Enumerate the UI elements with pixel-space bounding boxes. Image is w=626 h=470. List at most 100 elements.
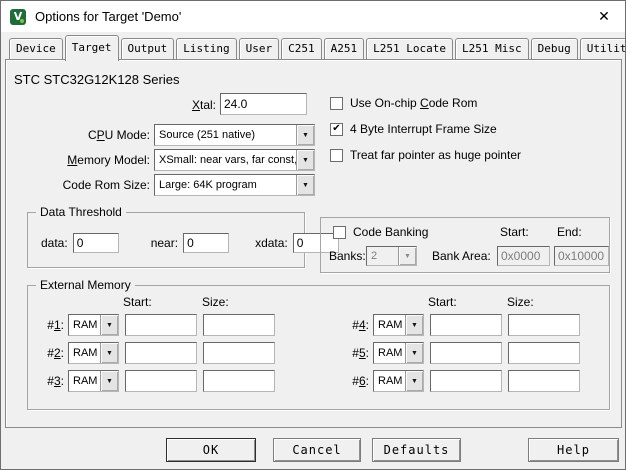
xtal-input[interactable] [220, 93, 307, 115]
memory-row-label: #5: [345, 346, 369, 360]
keil-uvision-icon: V [10, 9, 26, 25]
chevron-down-icon[interactable]: ▼ [405, 315, 423, 335]
xdata-label: xdata: [255, 236, 288, 250]
memory-size-input[interactable] [203, 342, 275, 364]
code-rom-size-label: Code Rom Size: [10, 178, 150, 192]
bank-end-label: End: [557, 225, 582, 239]
options-dialog: V Options for Target 'Demo' ✕ Device Tar… [0, 0, 626, 470]
cancel-button[interactable]: Cancel [273, 438, 361, 462]
checkbox-treat-far-pointer-huge[interactable]: Treat far pointer as huge pointer [330, 148, 521, 162]
help-button[interactable]: Help [528, 438, 619, 462]
banks-label: Banks: [329, 249, 366, 263]
memory-type-select[interactable]: RAM▼ [373, 342, 424, 364]
memory-row-label: #2: [40, 346, 64, 360]
memory-row-6: #6: RAM▼ [345, 370, 580, 392]
tab-target[interactable]: Target [65, 35, 119, 61]
start-column-header: Start: [123, 295, 152, 309]
memory-row-label: #1: [40, 318, 64, 332]
chevron-down-icon[interactable]: ▼ [405, 343, 423, 363]
checkbox-box[interactable] [330, 97, 343, 110]
external-memory-left-column: #1: RAM▼ #2: RAM▼ #3: RAM▼ [40, 314, 275, 398]
near-label: near: [151, 236, 178, 250]
chevron-down-icon[interactable]: ▼ [296, 125, 314, 145]
code-rom-size-select[interactable]: Large: 64K program ▼ [154, 174, 315, 196]
chevron-down-icon[interactable]: ▼ [296, 175, 314, 195]
memory-size-input[interactable] [203, 314, 275, 336]
bank-start-label: Start: [500, 225, 529, 239]
checkbox-label: 4 Byte Interrupt Frame Size [350, 122, 497, 136]
cpu-mode-select[interactable]: Source (251 native) ▼ [154, 124, 315, 146]
memory-size-input[interactable] [508, 342, 580, 364]
memory-start-input[interactable] [125, 314, 197, 336]
memory-row-2: #2: RAM▼ [40, 342, 275, 364]
memory-model-label: Memory Model: [10, 153, 150, 167]
checkbox-4byte-interrupt-frame[interactable]: ✔ 4 Byte Interrupt Frame Size [330, 122, 497, 136]
external-memory-group: External Memory Start: Size: #1: RAM▼ #2… [27, 285, 610, 410]
memory-type-select[interactable]: RAM▼ [373, 370, 424, 392]
data-label: data: [41, 236, 68, 250]
defaults-button[interactable]: Defaults [372, 438, 461, 462]
data-threshold-group: Data Threshold data: near: xdata: [27, 212, 305, 268]
chevron-down-icon[interactable]: ▼ [405, 371, 423, 391]
tab-debug[interactable]: Debug [531, 38, 578, 59]
checkbox-box[interactable] [333, 226, 346, 239]
memory-row-label: #6: [345, 374, 369, 388]
chevron-down-icon[interactable]: ▼ [100, 343, 118, 363]
memory-row-label: #4: [345, 318, 369, 332]
memory-start-input[interactable] [125, 342, 197, 364]
memory-start-input[interactable] [430, 370, 502, 392]
data-threshold-title: Data Threshold [36, 205, 126, 219]
checkbox-box[interactable]: ✔ [330, 123, 343, 136]
memory-type-select[interactable]: RAM▼ [373, 314, 424, 336]
close-icon[interactable]: ✕ [583, 1, 625, 32]
xtal-label: Xtal: [116, 98, 216, 112]
code-banking-label: Code Banking [353, 225, 428, 239]
tab-c251[interactable]: C251 [281, 38, 322, 59]
checkbox-box[interactable] [330, 149, 343, 162]
checkbox-code-banking[interactable]: Code Banking [333, 225, 428, 239]
data-threshold-data-input[interactable] [73, 233, 119, 253]
start-column-header: Start: [428, 295, 457, 309]
window-title: Options for Target 'Demo' [35, 9, 181, 24]
memory-type-select[interactable]: RAM▼ [68, 342, 119, 364]
tab-l251-locate[interactable]: L251 Locate [366, 38, 453, 59]
ok-button[interactable]: OK [166, 438, 256, 462]
tab-device[interactable]: Device [9, 38, 63, 59]
memory-size-input[interactable] [508, 370, 580, 392]
bank-area-end-input [554, 246, 609, 266]
memory-size-input[interactable] [203, 370, 275, 392]
title-bar: V Options for Target 'Demo' ✕ [1, 1, 625, 32]
tab-l251-misc[interactable]: L251 Misc [455, 38, 529, 59]
memory-start-input[interactable] [430, 314, 502, 336]
tab-listing[interactable]: Listing [176, 38, 236, 59]
tab-utilities[interactable]: Utilities [580, 38, 626, 59]
banks-select: 2 ▼ [366, 246, 417, 266]
memory-type-select[interactable]: RAM▼ [68, 370, 119, 392]
chevron-down-icon[interactable]: ▼ [100, 371, 118, 391]
memory-row-5: #5: RAM▼ [345, 342, 580, 364]
chevron-down-icon[interactable]: ▼ [100, 315, 118, 335]
checkbox-label: Use On-chip Code Rom [350, 96, 477, 110]
memory-start-input[interactable] [125, 370, 197, 392]
chevron-down-icon: ▼ [398, 247, 416, 265]
tab-user[interactable]: User [239, 38, 280, 59]
target-tab-page: STC STC32G12K128 Series Xtal: Use On-chi… [5, 59, 622, 428]
memory-start-input[interactable] [430, 342, 502, 364]
tab-a251[interactable]: A251 [324, 38, 365, 59]
memory-row-4: #4: RAM▼ [345, 314, 580, 336]
memory-size-input[interactable] [508, 314, 580, 336]
memory-row-1: #1: RAM▼ [40, 314, 275, 336]
bank-area-start-input [497, 246, 550, 266]
device-series-label: STC STC32G12K128 Series [14, 72, 179, 87]
size-column-header: Size: [202, 295, 229, 309]
external-memory-title: External Memory [36, 278, 135, 292]
memory-row-label: #3: [40, 374, 64, 388]
tab-output[interactable]: Output [121, 38, 175, 59]
code-banking-group: Code Banking Start: End: Banks: 2 ▼ Bank… [320, 217, 610, 273]
data-threshold-near-input[interactable] [183, 233, 229, 253]
memory-type-select[interactable]: RAM▼ [68, 314, 119, 336]
checkbox-use-onchip-code-rom[interactable]: Use On-chip Code Rom [330, 96, 477, 110]
memory-model-select[interactable]: XSmall: near vars, far const, ptr-4 ▼ [154, 149, 315, 171]
cpu-mode-label: CPU Mode: [10, 128, 150, 142]
chevron-down-icon[interactable]: ▼ [296, 150, 314, 170]
